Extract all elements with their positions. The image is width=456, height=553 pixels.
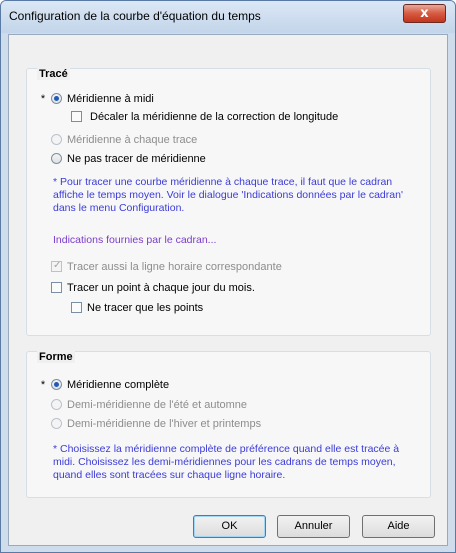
- trace-info-note: * Pour tracer une courbe méridienne à ch…: [53, 176, 403, 215]
- radio-label: Demi-méridienne de l'hiver et printemps: [67, 418, 262, 430]
- aide-button[interactable]: Aide: [362, 515, 435, 538]
- radio-label: Demi-méridienne de l'été et automne: [67, 399, 248, 411]
- window-title: Configuration de la courbe d'équation du…: [9, 9, 261, 23]
- dialog-client-area: Tracé * Méridienne à midi Décaler la mér…: [8, 34, 448, 546]
- title-bar[interactable]: Configuration de la courbe d'équation du…: [1, 1, 455, 33]
- radio-button[interactable]: [51, 418, 62, 429]
- checkbox-label: Tracer un point à chaque jour du mois.: [67, 282, 255, 294]
- checkbox-label: Tracer aussi la ligne horaire correspond…: [67, 261, 282, 273]
- checkbox[interactable]: ✓: [51, 260, 62, 272]
- checkbox[interactable]: [71, 111, 82, 122]
- note-line: * Pour tracer une courbe méridienne à ch…: [53, 176, 393, 188]
- forme-group-title: Forme: [37, 351, 75, 363]
- note-line: * Choisissez la méridienne complète de p…: [53, 443, 400, 455]
- radio-button[interactable]: [51, 379, 62, 390]
- checkbox-label: Ne tracer que les points: [87, 302, 204, 314]
- required-marker: *: [40, 379, 46, 391]
- checkmark-icon: ✓: [53, 260, 62, 271]
- radio-button[interactable]: [51, 93, 62, 104]
- close-button[interactable]: x: [403, 4, 446, 23]
- forme-info-note: * Choisissez la méridienne complète de p…: [53, 443, 399, 482]
- annuler-button[interactable]: Annuler: [277, 515, 350, 538]
- radio-label: Ne pas tracer de méridienne: [67, 153, 206, 165]
- radio-label: Méridienne complète: [67, 379, 170, 391]
- radio-button[interactable]: [51, 153, 62, 164]
- close-icon: x: [420, 6, 429, 21]
- trace-group-title: Tracé: [37, 68, 70, 80]
- dialog-window: Configuration de la courbe d'équation du…: [0, 0, 456, 553]
- checkbox[interactable]: [51, 282, 62, 293]
- ok-button[interactable]: OK: [193, 515, 266, 538]
- indications-link[interactable]: Indications fournies par le cadran...: [53, 234, 216, 246]
- checkbox[interactable]: [71, 302, 82, 313]
- note-line: quand elles sont tracées sur chaque lign…: [53, 469, 286, 481]
- note-line: dans le menu Configuration.: [53, 202, 185, 214]
- radio-button[interactable]: [51, 399, 62, 410]
- radio-button[interactable]: [51, 134, 62, 145]
- note-line: affiche le temps moyen. Voir le dialogue…: [53, 189, 403, 201]
- radio-label: Méridienne à midi: [67, 93, 154, 105]
- required-marker: *: [40, 93, 46, 105]
- note-line: midi. Choisissez les demi-méridiennes po…: [53, 456, 396, 468]
- radio-label: Méridienne à chaque trace: [67, 134, 198, 146]
- checkbox-label: Décaler la méridienne de la correction d…: [90, 111, 339, 123]
